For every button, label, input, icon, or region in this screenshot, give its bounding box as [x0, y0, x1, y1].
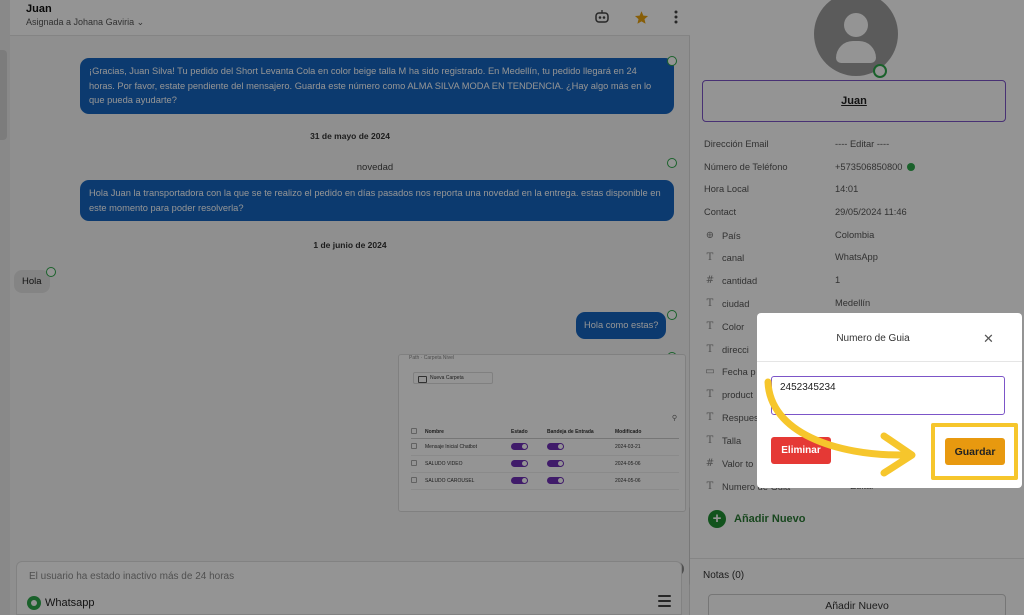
tracking-number-input[interactable]: 2452345234: [771, 376, 1005, 415]
modal-title: Numero de Guia: [836, 333, 910, 344]
modal-backdrop[interactable]: [0, 0, 1024, 615]
close-icon[interactable]: ✕: [983, 331, 994, 347]
app: Juan Asignada a Johana Gaviria ⌄ ¡Gracia…: [0, 0, 1024, 615]
save-button[interactable]: Guardar: [945, 438, 1005, 465]
delete-button[interactable]: Eliminar: [771, 437, 831, 464]
divider: [757, 361, 1022, 362]
